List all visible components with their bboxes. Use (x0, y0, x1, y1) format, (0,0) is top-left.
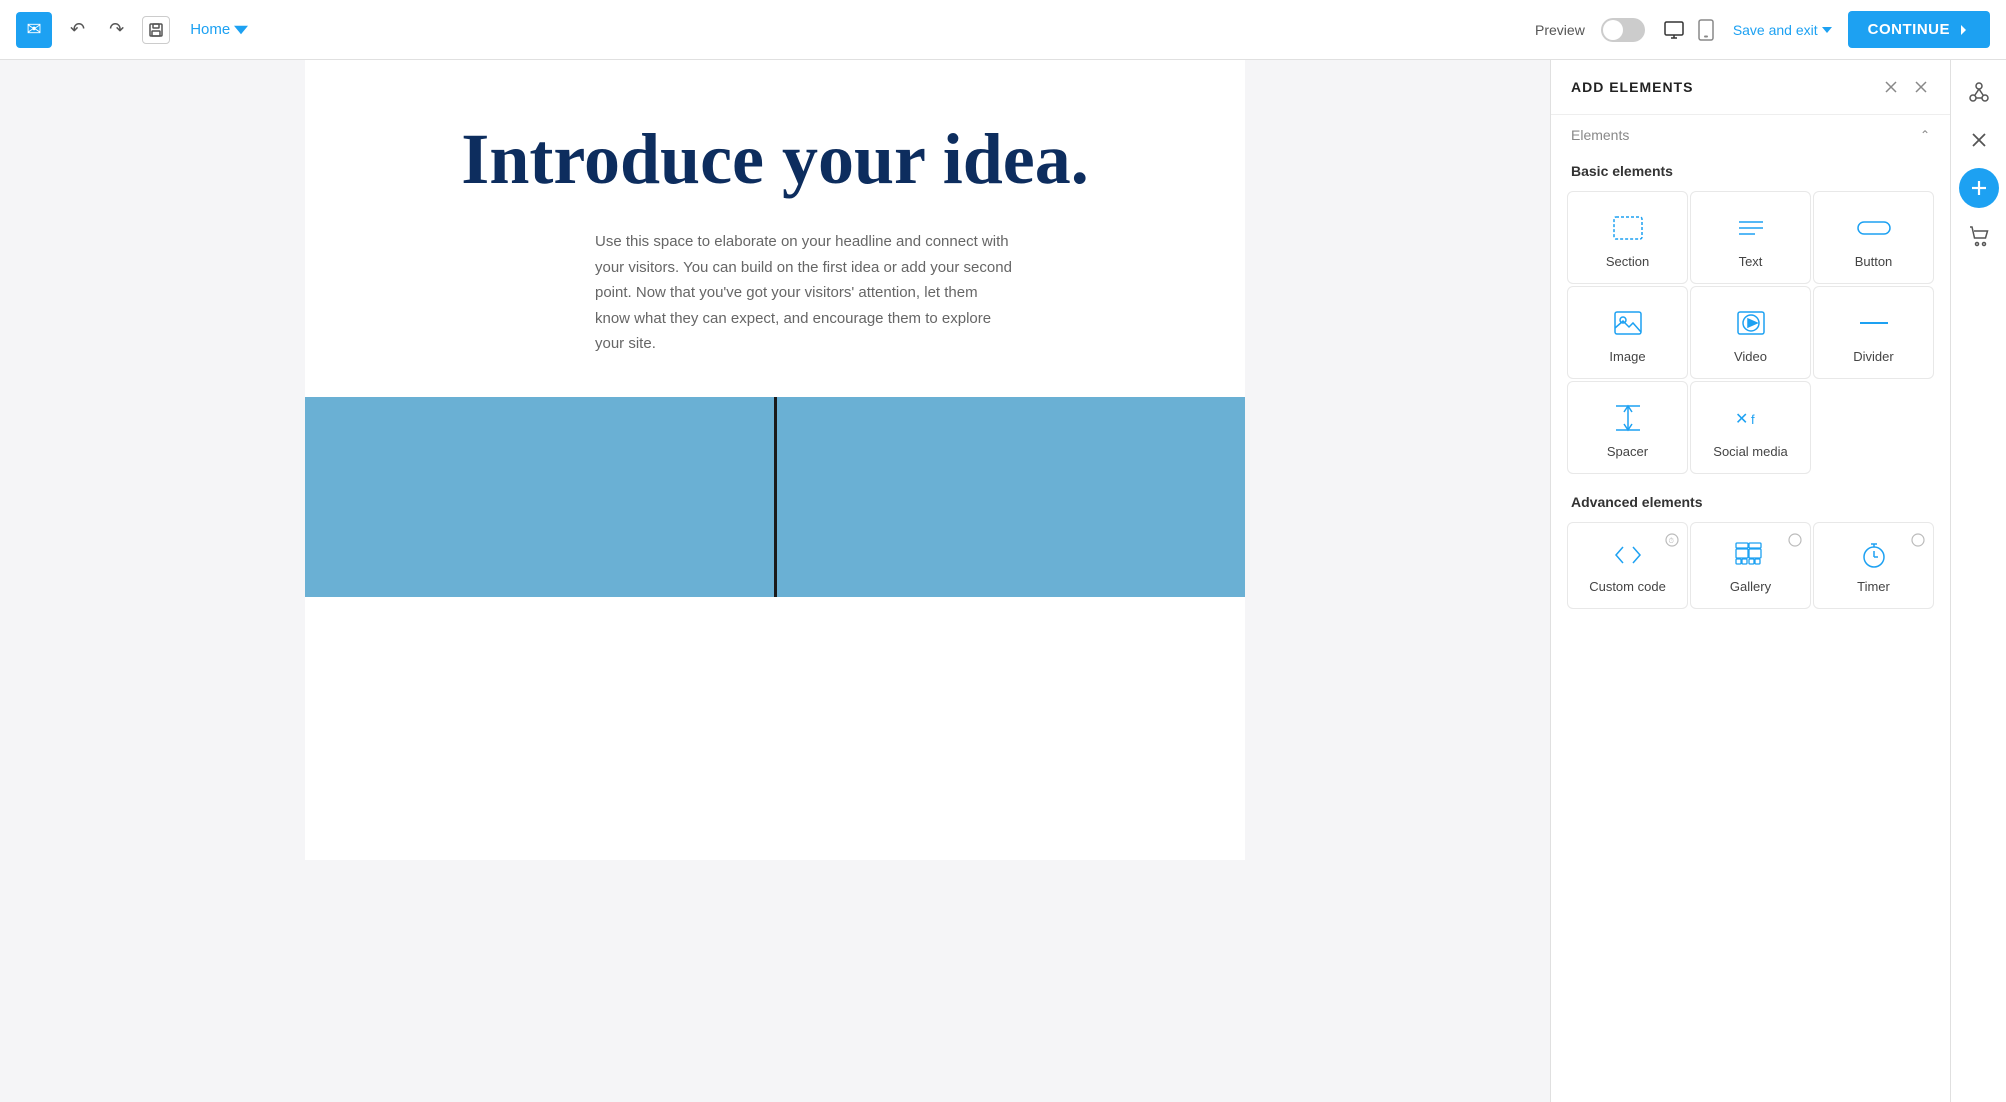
pro-badge-custom-code: ⏱ (1665, 531, 1679, 549)
save-icon-button[interactable] (142, 16, 170, 44)
button-icon (1856, 212, 1892, 244)
redo-button[interactable]: ↷ (103, 15, 130, 44)
divider-label: Divider (1853, 349, 1893, 364)
hero-title: Introduce your idea. (385, 120, 1165, 199)
main-layout: Introduce your idea. Use this space to e… (0, 60, 2006, 1102)
spacer-icon (1614, 402, 1642, 434)
elements-section-header[interactable]: Elements ⌃ (1551, 115, 1950, 155)
save-exit-button[interactable]: Save and exit (1733, 22, 1832, 38)
mobile-icon[interactable] (1695, 16, 1717, 43)
video-icon (1736, 307, 1766, 339)
custom-code-icon (1613, 539, 1643, 571)
hero-section: Introduce your idea. Use this space to e… (305, 60, 1245, 397)
video-label: Video (1734, 349, 1767, 364)
section-label: Section (1606, 254, 1649, 269)
panel-title: ADD ELEMENTS (1571, 79, 1693, 95)
pro-badge-gallery (1788, 531, 1802, 549)
network-sidebar-button[interactable] (1959, 72, 1999, 112)
navbar: ↶ ↷ Home Preview (0, 0, 2006, 60)
add-sidebar-button[interactable] (1959, 168, 1999, 208)
navbar-right: Preview Save and exit (1535, 11, 1990, 48)
close-panel-button[interactable] (1912, 76, 1930, 98)
basic-elements-grid: Section Text (1551, 183, 1950, 482)
undo-button[interactable]: ↶ (64, 15, 91, 44)
element-social-media[interactable]: ✕ f Social media (1690, 381, 1811, 474)
element-video[interactable]: Video (1690, 286, 1811, 379)
basic-elements-label: Basic elements (1551, 155, 1950, 183)
element-gallery[interactable]: Gallery (1690, 522, 1811, 609)
custom-code-label: Custom code (1589, 579, 1666, 594)
section-icon (1612, 212, 1644, 244)
canvas-area: Introduce your idea. Use this space to e… (0, 60, 1550, 1102)
preview-toggle[interactable] (1601, 18, 1645, 42)
element-image[interactable]: Image (1567, 286, 1688, 379)
logo-icon[interactable] (16, 12, 52, 48)
blue-right (777, 397, 1246, 597)
spacer-label: Spacer (1607, 444, 1648, 459)
pin-panel-button[interactable] (1882, 76, 1900, 98)
element-timer[interactable]: Timer (1813, 522, 1934, 609)
continue-button[interactable]: CONTINUE (1848, 11, 1990, 48)
element-text[interactable]: Text (1690, 191, 1811, 284)
panel-header: ADD ELEMENTS (1551, 60, 1950, 115)
svg-text:⏱: ⏱ (1669, 537, 1675, 545)
chevron-up-icon: ⌃ (1920, 128, 1930, 142)
blue-left (305, 397, 774, 597)
social-media-label: Social media (1713, 444, 1787, 459)
element-spacer[interactable]: Spacer (1567, 381, 1688, 474)
navbar-left: ↶ ↷ Home (16, 12, 248, 48)
timer-icon (1861, 539, 1887, 571)
cart-sidebar-button[interactable] (1959, 216, 1999, 256)
image-icon (1613, 307, 1643, 339)
hero-body: Use this space to elaborate on your head… (535, 229, 1015, 357)
element-divider[interactable]: Divider (1813, 286, 1934, 379)
element-custom-code[interactable]: ⏱ Custom code (1567, 522, 1688, 609)
pro-badge-timer (1911, 531, 1925, 549)
divider-icon (1858, 307, 1890, 339)
panel-actions (1882, 76, 1930, 98)
text-icon (1737, 212, 1765, 244)
element-section[interactable]: Section (1567, 191, 1688, 284)
social-media-icon: ✕ f (1733, 402, 1769, 434)
desktop-icon[interactable] (1661, 16, 1687, 43)
preview-label: Preview (1535, 22, 1585, 38)
gallery-icon (1735, 539, 1767, 571)
canvas-content: Introduce your idea. Use this space to e… (0, 60, 1550, 1102)
advanced-elements-grid: ⏱ Custom code (1551, 514, 1950, 617)
elements-section-label: Elements (1571, 127, 1629, 143)
button-label: Button (1855, 254, 1893, 269)
add-elements-panel: ADD ELEMENTS Elements ⌃ (1550, 60, 1950, 1102)
element-button[interactable]: Button (1813, 191, 1934, 284)
device-icons (1661, 16, 1717, 43)
text-label: Text (1739, 254, 1763, 269)
svg-text:f: f (1751, 412, 1755, 427)
far-right-sidebar (1950, 60, 2006, 1102)
blue-section (305, 397, 1245, 597)
image-label: Image (1609, 349, 1645, 364)
close-sidebar-button[interactable] (1959, 120, 1999, 160)
gallery-label: Gallery (1730, 579, 1771, 594)
advanced-elements-label: Advanced elements (1551, 482, 1950, 514)
timer-label: Timer (1857, 579, 1890, 594)
email-canvas: Introduce your idea. Use this space to e… (305, 60, 1245, 860)
home-dropdown[interactable]: Home (190, 21, 248, 38)
svg-text:✕: ✕ (1735, 411, 1748, 428)
